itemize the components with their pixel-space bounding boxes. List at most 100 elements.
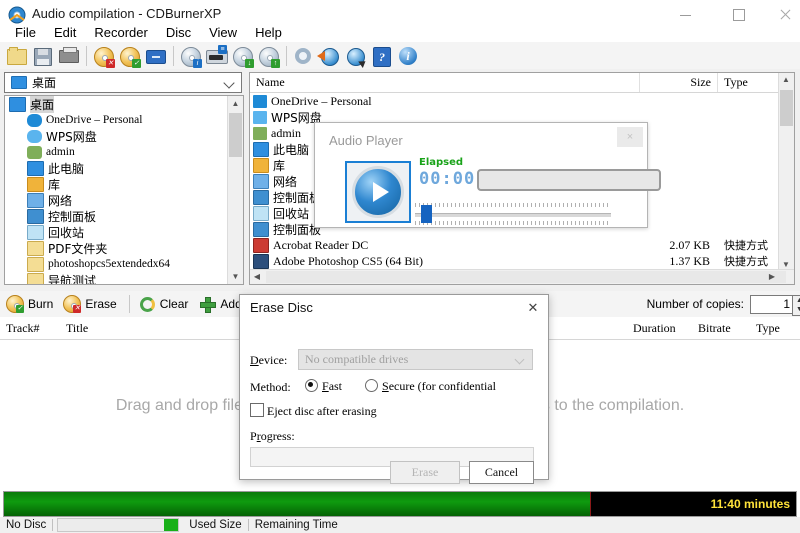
save-icon[interactable] bbox=[30, 44, 54, 68]
monitor-icon bbox=[11, 76, 27, 89]
list-scroll-left-icon[interactable]: ◀ bbox=[250, 270, 264, 283]
volume-slider[interactable] bbox=[415, 203, 615, 225]
tree-item-label: photoshopcs5extendedx64 bbox=[48, 258, 170, 270]
print-icon[interactable] bbox=[56, 44, 80, 68]
capacity-text: 11:40 minutes bbox=[711, 497, 790, 511]
audio-player-close-button[interactable]: × bbox=[617, 127, 643, 147]
file-name-cell: Adobe Photoshop CS5 (64 Bit) bbox=[250, 254, 640, 269]
file-name-label: 回收站 bbox=[273, 205, 309, 222]
erase-disc-icon: ✕ bbox=[63, 295, 81, 313]
disc-export-icon[interactable]: ↑ bbox=[256, 44, 280, 68]
menu-item-file[interactable]: File bbox=[6, 23, 45, 42]
tree-item[interactable]: PDF文件夹 bbox=[5, 240, 243, 256]
capacity-fill bbox=[4, 492, 591, 516]
menu-item-recorder[interactable]: Recorder bbox=[85, 23, 156, 42]
list-scroll-thumb[interactable] bbox=[780, 90, 793, 126]
disc-import-icon[interactable]: ↓ bbox=[230, 44, 254, 68]
file-list-row[interactable]: Acrobat Reader DC2.07 KB快捷方式 bbox=[250, 237, 794, 253]
tree-item[interactable]: 导航测试 bbox=[5, 272, 243, 285]
add-button[interactable]: Add bbox=[198, 295, 241, 313]
track-progress-bar[interactable] bbox=[477, 169, 661, 191]
drive-icon[interactable]: ≡ bbox=[204, 44, 228, 68]
maximize-icon bbox=[733, 9, 745, 21]
disc-capacity-bar: 11:40 minutes bbox=[3, 491, 797, 517]
column-header-size[interactable]: Size bbox=[640, 73, 718, 92]
tree-scrollbar[interactable]: ▲ ▼ bbox=[227, 96, 243, 284]
menu-item-help[interactable]: Help bbox=[246, 23, 291, 42]
column-header-name[interactable]: Name bbox=[250, 73, 640, 92]
maximize-button[interactable] bbox=[716, 0, 762, 30]
network-icon bbox=[253, 174, 269, 189]
globe-arrow-icon[interactable] bbox=[317, 44, 341, 68]
cloud-icon bbox=[253, 95, 267, 108]
tree-item[interactable]: 控制面板 bbox=[5, 208, 243, 224]
info-icon[interactable]: i bbox=[395, 44, 419, 68]
stepper-down-icon[interactable]: ▼ bbox=[796, 306, 800, 313]
device-select-value: No compatible drives bbox=[305, 352, 408, 367]
track-col-number[interactable]: Track# bbox=[6, 321, 40, 336]
menu-item-view[interactable]: View bbox=[200, 23, 246, 42]
tree-item[interactable]: OneDrive – Personal bbox=[5, 112, 243, 128]
eject-checkbox[interactable]: Eject disc after erasing bbox=[250, 403, 377, 419]
menu-item-edit[interactable]: Edit bbox=[45, 23, 85, 42]
column-header-type[interactable]: Type bbox=[718, 73, 780, 92]
cancel-button[interactable]: Cancel bbox=[469, 461, 534, 484]
method-fast-radio[interactable]: Fast bbox=[305, 379, 342, 394]
tree-item[interactable]: admin bbox=[5, 144, 243, 160]
open-folder-icon[interactable] bbox=[4, 44, 28, 68]
menu-item-disc[interactable]: Disc bbox=[157, 23, 200, 42]
tree-item[interactable]: 此电脑 bbox=[5, 160, 243, 176]
path-combo[interactable]: 桌面 bbox=[4, 72, 242, 93]
elapsed-value: 00:00 bbox=[419, 169, 475, 189]
track-col-type[interactable]: Type bbox=[756, 321, 780, 336]
erase-disc-icon[interactable]: ✕ bbox=[91, 44, 115, 68]
volume-slider-thumb[interactable] bbox=[421, 205, 432, 223]
minimize-button[interactable] bbox=[662, 0, 708, 30]
settings-gear-icon[interactable] bbox=[291, 44, 315, 68]
minimize-box-icon[interactable] bbox=[143, 44, 167, 68]
status-bar: No Disc Used Size Remaining Time bbox=[0, 517, 800, 533]
list-hscroll-thumb[interactable] bbox=[266, 271, 786, 283]
recycle-bin-icon bbox=[27, 225, 44, 240]
main-toolbar: ✕ ✓ i ≡ ↓ ↑ ? i bbox=[0, 42, 800, 70]
tree-scroll-down-icon[interactable]: ▼ bbox=[228, 269, 243, 284]
file-list-row[interactable]: Adobe Photoshop CS5 (64 Bit)1.37 KB快捷方式 bbox=[250, 253, 794, 269]
help-icon[interactable]: ? bbox=[369, 44, 393, 68]
disc-info-icon[interactable]: i bbox=[178, 44, 202, 68]
erase-confirm-button[interactable]: Erase bbox=[390, 461, 460, 484]
play-button[interactable] bbox=[345, 161, 411, 223]
file-list-hscrollbar[interactable]: ◀ ▶ bbox=[250, 269, 794, 284]
copies-stepper-arrows[interactable]: ▲▼ bbox=[792, 295, 800, 316]
control-panel-icon bbox=[253, 222, 269, 237]
folder-icon bbox=[27, 257, 44, 272]
erase-button[interactable]: ✕ Erase bbox=[63, 295, 116, 313]
tree-item[interactable]: 库 bbox=[5, 176, 243, 192]
file-list-row[interactable]: OneDrive – Personal bbox=[250, 93, 794, 109]
track-col-bitrate[interactable]: Bitrate bbox=[698, 321, 731, 336]
clear-button[interactable]: Clear bbox=[138, 295, 189, 313]
track-col-duration[interactable]: Duration bbox=[633, 321, 676, 336]
erase-dialog-close-button[interactable]: ✕ bbox=[524, 299, 542, 317]
burn-button[interactable]: ✓ Burn bbox=[6, 295, 53, 313]
device-select[interactable]: No compatible drives bbox=[298, 349, 533, 370]
tree-scroll-up-icon[interactable]: ▲ bbox=[228, 96, 243, 111]
tree-scroll-thumb[interactable] bbox=[229, 113, 242, 157]
tree-item[interactable]: WPS网盘 bbox=[5, 128, 243, 144]
method-secure-radio[interactable]: Secure (for confidential bbox=[365, 379, 496, 394]
close-button[interactable] bbox=[762, 0, 800, 30]
folder-tree[interactable]: 桌面OneDrive – PersonalWPS网盘admin此电脑库网络控制面… bbox=[4, 95, 244, 285]
track-col-title[interactable]: Title bbox=[66, 321, 88, 336]
cloud-alt-icon bbox=[253, 111, 267, 124]
file-list-vscrollbar[interactable]: ▲ ▼ bbox=[778, 73, 794, 271]
tree-item[interactable]: photoshopcs5extendedx64 bbox=[5, 256, 243, 272]
list-scroll-right-icon[interactable]: ▶ bbox=[765, 270, 779, 283]
tree-item[interactable]: 网络 bbox=[5, 192, 243, 208]
globe-cursor-icon[interactable] bbox=[343, 44, 367, 68]
copies-stepper[interactable]: 1 ▲▼ bbox=[750, 295, 794, 314]
tree-item[interactable]: 回收站 bbox=[5, 224, 243, 240]
monitor-icon bbox=[9, 97, 26, 112]
stepper-up-icon[interactable]: ▲ bbox=[796, 297, 800, 304]
burn-disc-icon[interactable]: ✓ bbox=[117, 44, 141, 68]
list-scroll-up-icon[interactable]: ▲ bbox=[779, 73, 793, 86]
tree-item[interactable]: 桌面 bbox=[5, 96, 243, 112]
